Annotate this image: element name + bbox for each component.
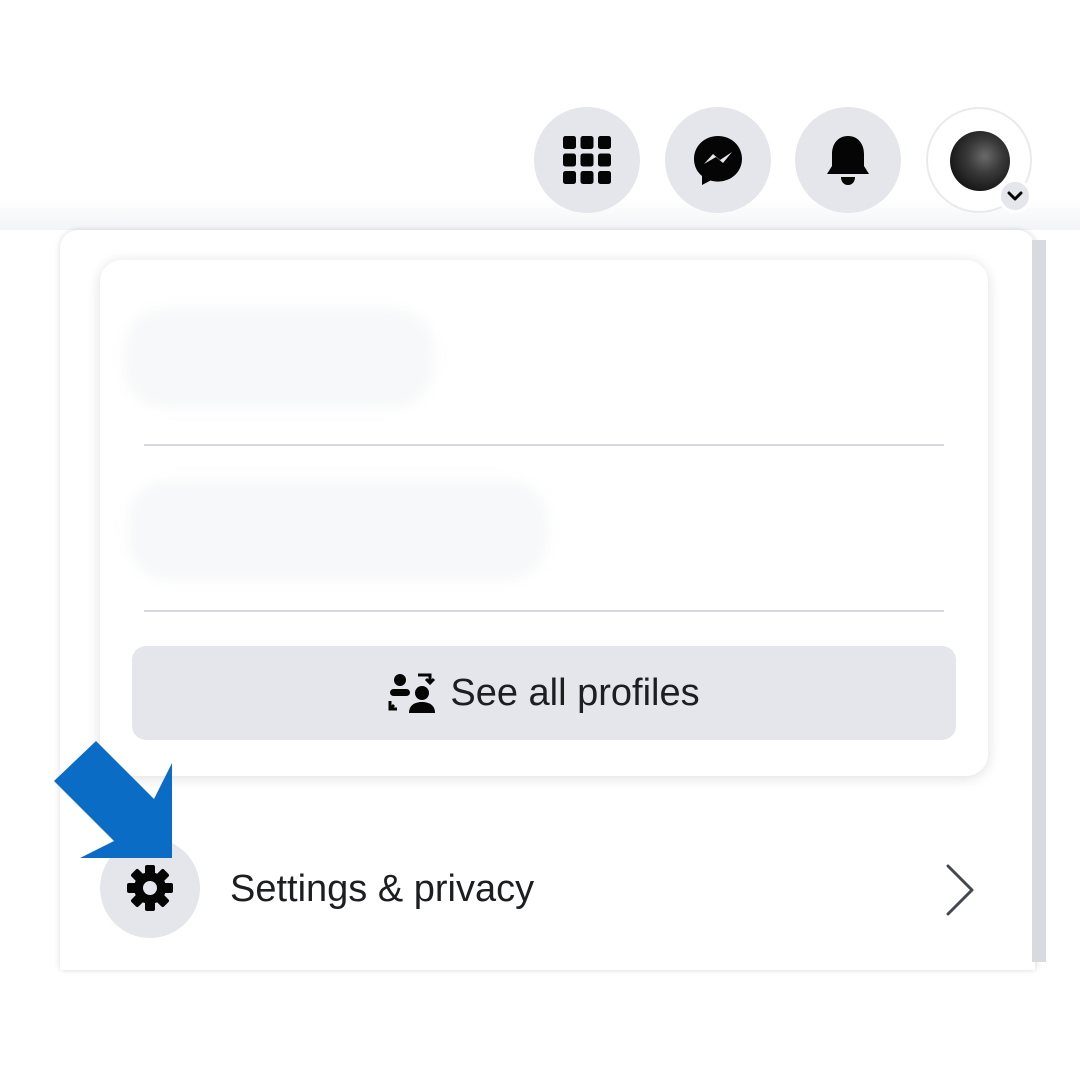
settings-icon-container (100, 838, 200, 938)
messenger-icon (694, 136, 742, 185)
settings-and-privacy-item[interactable]: Settings & privacy (100, 838, 1000, 940)
chevron-right-icon (946, 864, 974, 916)
profile-entry-redacted[interactable] (124, 308, 434, 408)
account-caret[interactable] (998, 179, 1032, 213)
see-all-profiles-label: See all profiles (450, 671, 700, 714)
divider (144, 610, 944, 612)
avatar (950, 131, 1010, 191)
account-button[interactable] (926, 107, 1032, 213)
menu-grid-icon (563, 136, 611, 184)
messenger-button[interactable] (665, 107, 771, 213)
notifications-button[interactable] (795, 107, 901, 213)
bell-icon (827, 136, 869, 185)
gear-icon (127, 865, 173, 911)
chevron-down-icon (1007, 191, 1023, 201)
top-navigation-bar (0, 0, 1080, 230)
menu-button[interactable] (534, 107, 640, 213)
profile-entry-redacted[interactable] (128, 480, 548, 580)
divider (144, 444, 944, 446)
settings-and-privacy-label: Settings & privacy (230, 868, 535, 910)
switch-profiles-icon (388, 673, 436, 713)
dropdown-scrollbar[interactable] (1032, 240, 1046, 962)
see-all-profiles-button[interactable]: See all profiles (132, 646, 956, 740)
